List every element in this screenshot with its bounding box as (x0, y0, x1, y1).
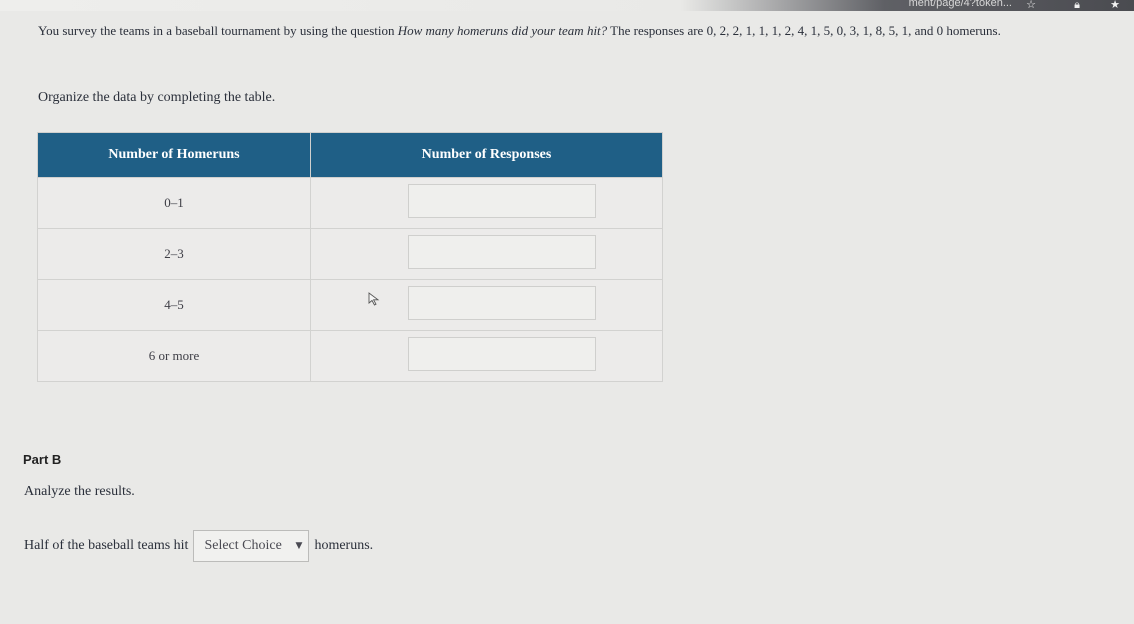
mouse-cursor-icon (368, 292, 380, 306)
table-row: 0–1 (37, 177, 663, 229)
header-number-of-responses: Number of Responses (310, 132, 663, 178)
range-cell: 6 or more (37, 330, 311, 382)
chevron-down-icon: ▼ (295, 541, 303, 551)
header-number-of-homeruns: Number of Homeruns (37, 132, 311, 178)
question-text-before: You survey the teams in a baseball tourn… (38, 23, 398, 38)
question-text-after: The responses are 0, 2, 2, 1, 1, 1, 2, 4… (607, 23, 1001, 38)
part-b-sentence: Half of the baseball teams hit Select Ch… (24, 530, 373, 562)
table-row: 2–3 (37, 228, 663, 280)
answer-input-6-or-more[interactable] (407, 337, 596, 371)
bookmark-star-icon[interactable]: ★ (1110, 0, 1120, 11)
answer-input-0-1[interactable] (407, 184, 596, 218)
browser-top-bar: ment/page/4?token... ☆ 🔒︎ ★ (0, 0, 1134, 11)
question-italic: How many homeruns did your team hit? (397, 23, 608, 38)
response-cell (310, 228, 663, 280)
answer-input-4-5[interactable] (407, 286, 596, 320)
question-text: You survey the teams in a baseball tourn… (38, 22, 1118, 39)
sentence-before: Half of the baseball teams hit (24, 538, 189, 553)
sentence-after: homeruns. (314, 538, 374, 553)
table-row: 4–5 (37, 279, 663, 331)
answer-input-2-3[interactable] (407, 235, 596, 269)
star-icon[interactable]: ☆ (1026, 0, 1036, 11)
response-cell (310, 177, 663, 229)
range-cell: 2–3 (37, 228, 311, 280)
choice-select[interactable]: Select Choice ▼ (193, 530, 310, 562)
range-cell: 4–5 (37, 279, 311, 331)
select-value: Select Choice (204, 538, 282, 553)
url-fragment[interactable]: ment/page/4?token... (909, 0, 1012, 9)
instruction-text: Organize the data by completing the tabl… (38, 90, 276, 105)
frequency-table: Number of Homeruns Number of Responses 0… (37, 132, 663, 382)
table-header-row: Number of Homeruns Number of Responses (37, 132, 663, 178)
part-b-heading: Part B (23, 452, 62, 467)
analyze-prompt: Analyze the results. (24, 484, 135, 499)
range-cell: 0–1 (37, 177, 311, 229)
response-cell (310, 330, 663, 382)
response-cell (310, 279, 663, 331)
table-row: 6 or more (37, 330, 663, 382)
lock-icon[interactable]: 🔒︎ (1074, 0, 1080, 12)
